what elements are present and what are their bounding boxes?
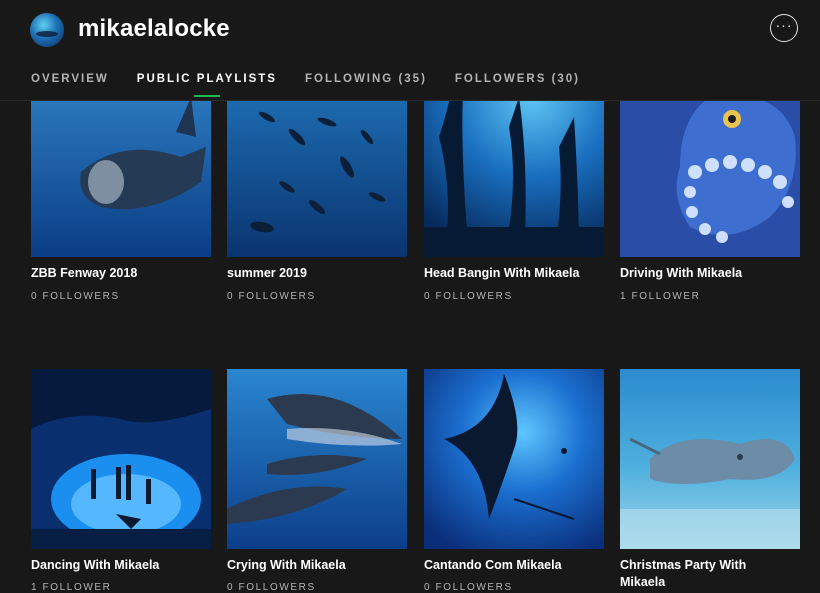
playlist-card[interactable]: [620, 369, 800, 549]
playlist-followers: 0 FOLLOWERS: [31, 291, 120, 302]
playlist-cover-stingray[interactable]: [620, 369, 800, 549]
playlist-cover-kelp-forest[interactable]: [424, 77, 604, 257]
playlist-title[interactable]: summer 2019: [227, 265, 307, 282]
playlist-title[interactable]: Dancing With Mikaela: [31, 557, 159, 574]
playlist-card[interactable]: [424, 77, 604, 257]
playlist-followers: 0 FOLLOWERS: [227, 291, 316, 302]
profile-username: mikaelalocke: [78, 15, 230, 42]
playlist-cover-fish-school[interactable]: [227, 77, 407, 257]
playlist-cover-cave-divers[interactable]: [31, 369, 211, 549]
profile-header: mikaelalocke ··· OVERVIEW PUBLIC PLAYLIS…: [0, 0, 820, 101]
playlist-cover-octopus[interactable]: [620, 77, 800, 257]
playlist-card[interactable]: [227, 77, 407, 257]
playlist-card[interactable]: [31, 77, 211, 257]
more-options-button[interactable]: ···: [770, 14, 798, 42]
playlist-title[interactable]: Cantando Com Mikaela: [424, 557, 562, 574]
tab-following[interactable]: FOLLOWING (35): [305, 73, 427, 85]
playlist-cover-basking-shark[interactable]: [31, 77, 211, 257]
playlist-title[interactable]: Head Bangin With Mikaela: [424, 265, 579, 282]
playlist-card[interactable]: [227, 369, 407, 549]
playlist-title[interactable]: Driving With Mikaela: [620, 265, 742, 282]
playlist-card[interactable]: [31, 369, 211, 549]
tab-followers[interactable]: FOLLOWERS (30): [455, 73, 580, 85]
playlist-followers: 1 FOLLOWER: [620, 291, 701, 302]
profile-tabs: OVERVIEW PUBLIC PLAYLISTS FOLLOWING (35)…: [31, 73, 608, 85]
playlist-card[interactable]: [620, 77, 800, 257]
playlist-followers: 0 FOLLOWERS: [227, 582, 316, 593]
playlist-cover-manta-ray[interactable]: [424, 369, 604, 549]
playlist-followers: 0 FOLLOWERS: [424, 582, 513, 593]
more-icon: ···: [775, 17, 793, 33]
playlist-followers: 1 FOLLOWER: [31, 582, 112, 593]
tab-overview[interactable]: OVERVIEW: [31, 73, 109, 85]
playlist-title[interactable]: ZBB Fenway 2018: [31, 265, 137, 282]
playlist-followers: 0 FOLLOWERS: [424, 291, 513, 302]
playlist-title[interactable]: Crying With Mikaela: [227, 557, 346, 574]
playlist-card[interactable]: [424, 369, 604, 549]
playlist-title[interactable]: Christmas Party With Mikaela: [620, 557, 780, 591]
avatar[interactable]: [30, 13, 64, 47]
tab-public-playlists[interactable]: PUBLIC PLAYLISTS: [137, 73, 277, 85]
playlist-cover-whales[interactable]: [227, 369, 407, 549]
